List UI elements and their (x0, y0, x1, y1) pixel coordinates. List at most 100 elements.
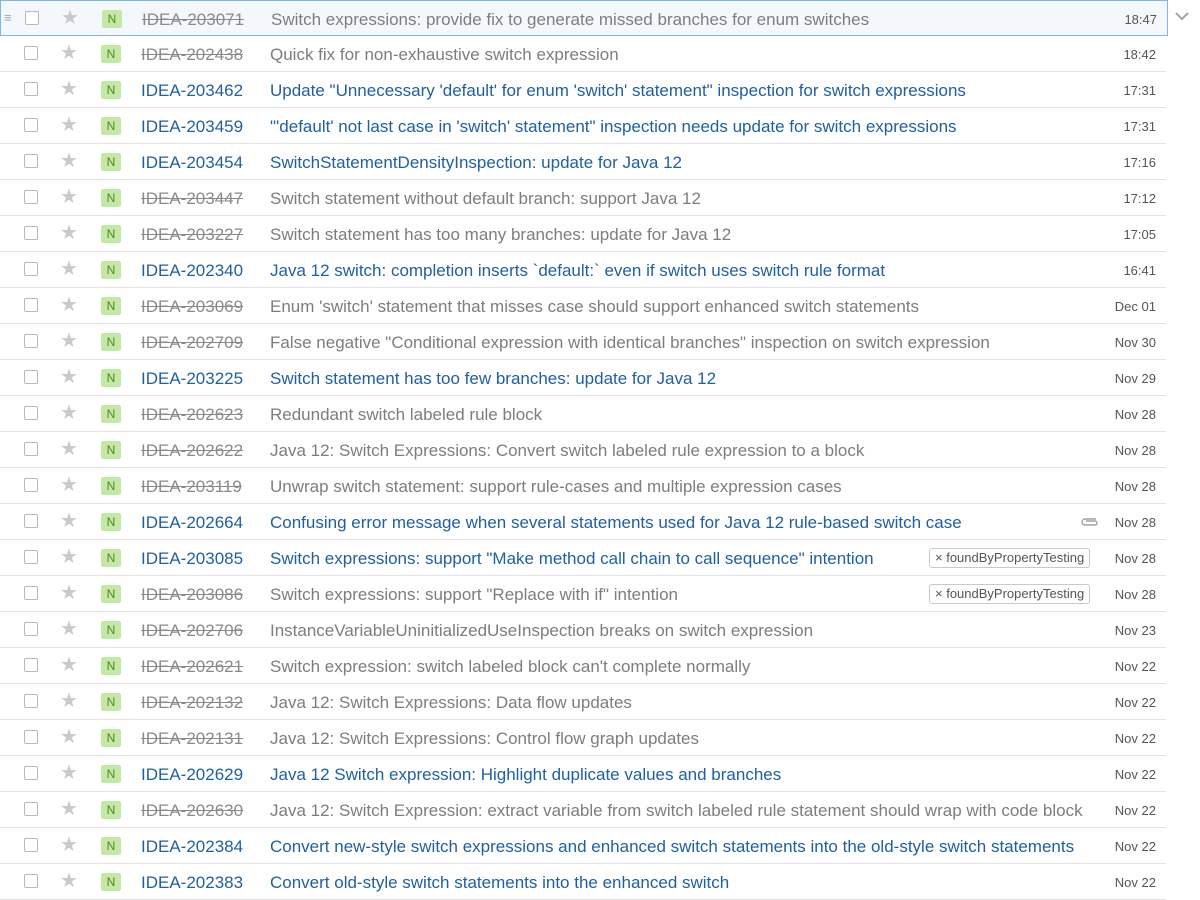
select-checkbox[interactable] (24, 694, 38, 708)
issue-row[interactable]: ★ N IDEA-202131 Java 12: Switch Expressions… (0, 720, 1166, 756)
priority-badge[interactable]: N (101, 225, 121, 243)
issue-row[interactable]: ★ N IDEA-203086 Switch expressions: support… (0, 576, 1166, 612)
issue-summary-link[interactable]: Convert old-style switch statements into… (270, 873, 729, 893)
star-icon[interactable]: ★ (60, 546, 78, 568)
select-checkbox[interactable] (24, 406, 38, 420)
select-checkbox[interactable] (24, 514, 38, 528)
issue-id-link[interactable]: IDEA-203227 (141, 225, 243, 245)
issue-summary-link[interactable]: Switch expressions: support "Make method… (270, 549, 874, 569)
issue-summary-link[interactable]: Switch expression: switch labeled block … (270, 657, 750, 677)
issue-id-link[interactable]: IDEA-202383 (141, 873, 243, 893)
issue-id-link[interactable]: IDEA-202709 (141, 333, 243, 353)
priority-badge[interactable]: N (101, 729, 121, 747)
select-checkbox[interactable] (24, 262, 38, 276)
priority-badge[interactable]: N (101, 369, 121, 387)
issue-row[interactable]: ★ N IDEA-202629 Java 12 Switch expression: … (0, 756, 1166, 792)
star-icon[interactable]: ★ (60, 258, 78, 280)
star-icon[interactable]: ★ (61, 7, 79, 29)
issue-id-link[interactable]: IDEA-203462 (141, 81, 243, 101)
issue-row[interactable]: ★ N IDEA-203119 Unwrap switch statement: su… (0, 468, 1166, 504)
select-checkbox[interactable] (24, 334, 38, 348)
issue-id-link[interactable]: IDEA-202630 (141, 801, 243, 821)
issue-summary-link[interactable]: Convert new-style switch expressions and… (270, 837, 1074, 857)
priority-badge[interactable]: N (101, 693, 121, 711)
select-checkbox[interactable] (24, 370, 38, 384)
issue-summary-link[interactable]: Java 12: Switch Expressions: Convert swi… (270, 441, 864, 461)
issue-row[interactable]: ★ N IDEA-202384 Convert new-style switch ex… (0, 828, 1166, 864)
select-checkbox[interactable] (24, 82, 38, 96)
star-icon[interactable]: ★ (60, 654, 78, 676)
chevron-down-icon[interactable] (1174, 8, 1190, 24)
select-checkbox[interactable] (24, 550, 38, 564)
issue-summary-link[interactable]: SwitchStatementDensityInspection: update… (270, 153, 682, 173)
issue-id-link[interactable]: IDEA-203225 (141, 369, 243, 389)
issue-id-link[interactable]: IDEA-202131 (141, 729, 243, 749)
select-checkbox[interactable] (24, 622, 38, 636)
issue-id-link[interactable]: IDEA-202132 (141, 693, 243, 713)
select-checkbox[interactable] (24, 874, 38, 888)
priority-badge[interactable]: N (101, 261, 121, 279)
star-icon[interactable]: ★ (60, 78, 78, 100)
issue-row[interactable]: ★ N IDEA-202706 InstanceVariableUninitializ… (0, 612, 1166, 648)
priority-badge[interactable]: N (101, 513, 121, 531)
priority-badge[interactable]: N (102, 10, 122, 28)
star-icon[interactable]: ★ (60, 330, 78, 352)
select-checkbox[interactable] (24, 730, 38, 744)
select-checkbox[interactable] (24, 478, 38, 492)
issue-row[interactable]: ★ N IDEA-202623 Redundant switch labeled ru… (0, 396, 1166, 432)
issue-summary-link[interactable]: Switch statement without default branch:… (270, 189, 701, 209)
star-icon[interactable]: ★ (60, 510, 78, 532)
issue-row[interactable]: ★ N IDEA-202438 Quick fix for non-exhaustiv… (0, 36, 1166, 72)
star-icon[interactable]: ★ (60, 798, 78, 820)
issue-id-link[interactable]: IDEA-203071 (142, 10, 244, 30)
issue-summary-link[interactable]: False negative "Conditional expression w… (270, 333, 990, 353)
select-checkbox[interactable] (24, 118, 38, 132)
priority-badge[interactable]: N (101, 873, 121, 891)
star-icon[interactable]: ★ (60, 762, 78, 784)
issue-summary-link[interactable]: Update "Unnecessary 'default' for enum '… (270, 81, 966, 101)
issue-row[interactable]: ★ N IDEA-203227 Switch statement has too ma… (0, 216, 1166, 252)
issue-id-link[interactable]: IDEA-202622 (141, 441, 243, 461)
select-checkbox[interactable] (24, 766, 38, 780)
select-checkbox[interactable] (24, 298, 38, 312)
star-icon[interactable]: ★ (60, 186, 78, 208)
star-icon[interactable]: ★ (60, 726, 78, 748)
issue-row[interactable]: ★ N IDEA-202621 Switch expression: switch l… (0, 648, 1166, 684)
priority-badge[interactable]: N (101, 585, 121, 603)
issue-row[interactable]: ★ N IDEA-202630 Java 12: Switch Expression:… (0, 792, 1166, 828)
issue-id-link[interactable]: IDEA-202706 (141, 621, 243, 641)
priority-badge[interactable]: N (101, 81, 121, 99)
issue-row[interactable]: ★ N IDEA-203447 Switch statement without de… (0, 180, 1166, 216)
priority-badge[interactable]: N (101, 117, 121, 135)
select-checkbox[interactable] (24, 838, 38, 852)
issue-summary-link[interactable]: Unwrap switch statement: support rule-ca… (270, 477, 842, 497)
priority-badge[interactable]: N (101, 837, 121, 855)
issue-summary-link[interactable]: Confusing error message when several sta… (270, 513, 962, 533)
priority-badge[interactable]: N (101, 801, 121, 819)
issue-id-link[interactable]: IDEA-202621 (141, 657, 243, 677)
issue-id-link[interactable]: IDEA-203119 (141, 477, 242, 497)
issue-summary-link[interactable]: Java 12 switch: completion inserts `defa… (270, 261, 885, 281)
issue-id-link[interactable]: IDEA-203086 (141, 585, 243, 605)
select-checkbox[interactable] (24, 802, 38, 816)
issue-row[interactable]: ★ N IDEA-202383 Convert old-style switch st… (0, 864, 1166, 900)
priority-badge[interactable]: N (101, 189, 121, 207)
issue-summary-link[interactable]: Switch statement has too many branches: … (270, 225, 731, 245)
issue-id-link[interactable]: IDEA-203085 (141, 549, 243, 569)
issue-row[interactable]: ★ N IDEA-203459 "'default' not last case in… (0, 108, 1166, 144)
star-icon[interactable]: ★ (60, 870, 78, 892)
issue-summary-link[interactable]: Switch expressions: support "Replace wit… (270, 585, 678, 605)
star-icon[interactable]: ★ (60, 834, 78, 856)
issue-id-link[interactable]: IDEA-202384 (141, 837, 243, 857)
select-checkbox[interactable] (24, 442, 38, 456)
priority-badge[interactable]: N (101, 657, 121, 675)
issue-row[interactable]: ★ N IDEA-202709 False negative "Conditional… (0, 324, 1166, 360)
issue-tag[interactable]: × foundByPropertyTesting (929, 548, 1091, 568)
issue-id-link[interactable]: IDEA-203069 (141, 297, 243, 317)
star-icon[interactable]: ★ (60, 294, 78, 316)
priority-badge[interactable]: N (101, 405, 121, 423)
issue-summary-link[interactable]: Enum 'switch' statement that misses case… (270, 297, 919, 317)
issue-id-link[interactable]: IDEA-203459 (141, 117, 243, 137)
priority-badge[interactable]: N (101, 621, 121, 639)
priority-badge[interactable]: N (101, 477, 121, 495)
